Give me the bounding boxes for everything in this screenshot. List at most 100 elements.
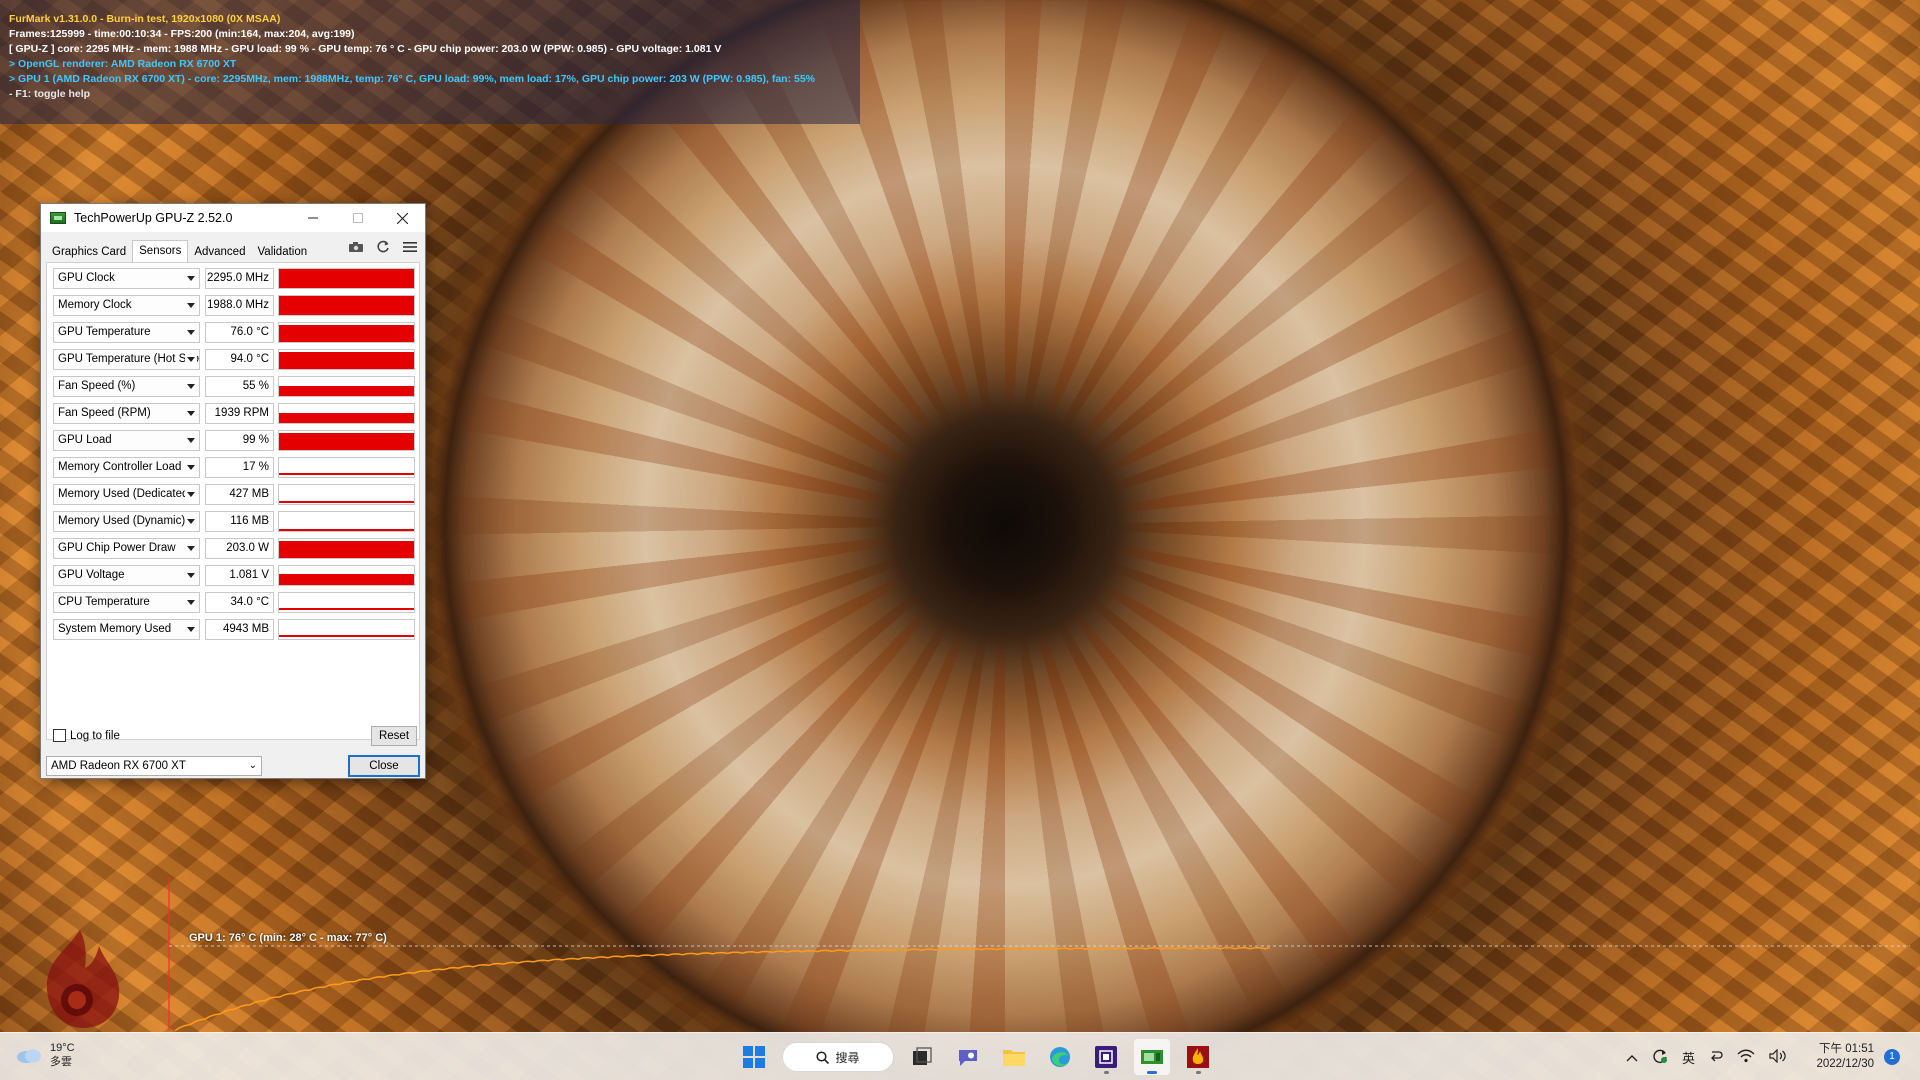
- sensor-name-dropdown[interactable]: GPU Temperature: [53, 322, 200, 343]
- close-icon: [397, 212, 408, 224]
- sensor-row: CPU Temperature 34.0 °C: [53, 592, 415, 613]
- sensor-graph-fill: [279, 433, 414, 450]
- chat-button[interactable]: [950, 1039, 986, 1075]
- sensor-name-label: Fan Speed (%): [58, 380, 136, 392]
- file-explorer-button[interactable]: [996, 1039, 1032, 1075]
- tab-sensors[interactable]: Sensors: [132, 240, 189, 262]
- reset-button[interactable]: Reset: [371, 726, 417, 746]
- furmark-frames-line: Frames:125999 - time:00:10:34 - FPS:200 …: [9, 28, 355, 40]
- sensor-name-dropdown[interactable]: System Memory Used: [53, 619, 200, 640]
- sensor-value: 99 %: [205, 430, 274, 451]
- sensor-value: 427 MB: [205, 484, 274, 505]
- sensor-name-label: Memory Used (Dynamic): [58, 515, 186, 527]
- menu-button[interactable]: [401, 238, 419, 256]
- sensors-panel: GPU Clock 2295.0 MHz Memory Clock 1988.0 MH…: [46, 262, 420, 740]
- log-to-file-option[interactable]: Log to file: [53, 729, 120, 742]
- sensor-graph-fill: [279, 574, 414, 585]
- minimize-button[interactable]: [290, 204, 335, 232]
- sensor-name-dropdown[interactable]: GPU Load: [53, 430, 200, 451]
- cpu-z-button[interactable]: [1088, 1039, 1124, 1075]
- sensor-name-dropdown[interactable]: Memory Clock: [53, 295, 200, 316]
- gpu-z-button[interactable]: [1134, 1039, 1170, 1075]
- sensor-name-dropdown[interactable]: Fan Speed (RPM): [53, 403, 200, 424]
- sensor-value: 4943 MB: [205, 619, 274, 640]
- sync-status-button[interactable]: [1652, 1048, 1668, 1067]
- tab-validation[interactable]: Validation: [251, 242, 313, 262]
- dropdown-arrow-icon: [185, 377, 197, 396]
- sensor-graph: [278, 619, 415, 640]
- clock[interactable]: 下午 01:51 2022/12/30: [1808, 1042, 1874, 1072]
- sensor-graph-fill: [279, 352, 414, 369]
- temperature-graph: [168, 878, 1910, 1032]
- show-hidden-icons-button[interactable]: [1626, 1050, 1638, 1065]
- sensor-row: Memory Clock 1988.0 MHz: [53, 295, 415, 316]
- furmark-button[interactable]: [1180, 1039, 1216, 1075]
- task-view-button[interactable]: [904, 1039, 940, 1075]
- sensor-name-dropdown[interactable]: GPU Clock: [53, 268, 200, 289]
- maximize-icon: [352, 213, 363, 223]
- tab-advanced[interactable]: Advanced: [188, 242, 251, 262]
- sensor-value: 1988.0 MHz: [205, 295, 274, 316]
- refresh-button[interactable]: [374, 238, 392, 256]
- furmark-renderer-line: > OpenGL renderer: AMD Radeon RX 6700 XT: [9, 58, 237, 70]
- sensor-graph: [278, 322, 415, 343]
- ime-mode-button[interactable]: [1709, 1049, 1723, 1066]
- sync-icon: [1653, 1049, 1667, 1063]
- dropdown-arrow-icon: [185, 431, 197, 450]
- dropdown-arrow-icon: [185, 323, 197, 342]
- sensor-name-label: System Memory Used: [58, 623, 172, 635]
- sensor-name-dropdown[interactable]: CPU Temperature: [53, 592, 200, 613]
- sensor-name-label: GPU Temperature: [58, 326, 151, 338]
- sensor-graph: [278, 349, 415, 370]
- sensor-graph-fill: [279, 473, 414, 475]
- sensor-name-dropdown[interactable]: Memory Used (Dynamic): [53, 511, 200, 532]
- dropdown-arrow-icon: [185, 566, 197, 585]
- close-window-button[interactable]: [380, 204, 425, 232]
- furmark-help-line: - F1: toggle help: [9, 88, 91, 100]
- sensor-name-label: Memory Controller Load: [58, 461, 182, 473]
- close-button[interactable]: Close: [348, 755, 420, 777]
- sensor-row: GPU Chip Power Draw 203.0 W: [53, 538, 415, 559]
- maximize-button[interactable]: [335, 204, 380, 232]
- sensor-graph-fill: [279, 608, 414, 610]
- task-view-icon: [913, 1047, 932, 1065]
- weather-widget[interactable]: 19°C 多雲: [16, 1041, 75, 1069]
- taskbar-search-button[interactable]: 搜尋: [782, 1042, 894, 1072]
- sensor-graph: [278, 484, 415, 505]
- sensor-graph: [278, 457, 415, 478]
- sensor-graph: [278, 430, 415, 451]
- notification-badge[interactable]: 1: [1884, 1049, 1900, 1065]
- sensor-graph: [278, 511, 415, 532]
- sensor-value: 76.0 °C: [205, 322, 274, 343]
- sensor-row: GPU Temperature (Hot Spot) 94.0 °C: [53, 349, 415, 370]
- dropdown-arrow-icon: [185, 485, 197, 504]
- furmark-gpu-line: > GPU 1 (AMD Radeon RX 6700 XT) - core: …: [9, 73, 816, 85]
- gpuz-app-icon: [50, 212, 66, 224]
- sensor-name-dropdown[interactable]: GPU Temperature (Hot Spot): [53, 349, 200, 370]
- weather-temp: 19°C: [50, 1042, 75, 1054]
- sensor-value: 116 MB: [205, 511, 274, 532]
- sensor-name-dropdown[interactable]: Memory Used (Dedicated): [53, 484, 200, 505]
- log-to-file-checkbox[interactable]: [53, 729, 66, 742]
- network-button[interactable]: [1737, 1049, 1755, 1066]
- sensor-graph-fill: [279, 269, 414, 288]
- gpu-select-dropdown[interactable]: AMD Radeon RX 6700 XT ⌄: [46, 756, 262, 776]
- sensor-name-label: CPU Temperature: [58, 596, 150, 608]
- dropdown-arrow-icon: [185, 458, 197, 477]
- sensor-name-dropdown[interactable]: Fan Speed (%): [53, 376, 200, 397]
- speaker-icon: [1769, 1048, 1786, 1063]
- sensor-graph-fill: [279, 386, 414, 396]
- tab-graphics-card[interactable]: Graphics Card: [46, 242, 132, 262]
- sensor-graph: [278, 376, 415, 397]
- sensor-name-dropdown[interactable]: Memory Controller Load: [53, 457, 200, 478]
- sensor-value: 55 %: [205, 376, 274, 397]
- search-label: 搜尋: [835, 1050, 860, 1065]
- screenshot-button[interactable]: [347, 238, 365, 256]
- edge-button[interactable]: [1042, 1039, 1078, 1075]
- start-button[interactable]: [736, 1039, 772, 1075]
- sensor-name-dropdown[interactable]: GPU Chip Power Draw: [53, 538, 200, 559]
- sensor-name-dropdown[interactable]: GPU Voltage: [53, 565, 200, 586]
- gpuz-titlebar[interactable]: TechPowerUp GPU-Z 2.52.0: [41, 204, 425, 232]
- volume-button[interactable]: [1769, 1048, 1787, 1066]
- ime-indicator[interactable]: 英: [1682, 1048, 1695, 1067]
